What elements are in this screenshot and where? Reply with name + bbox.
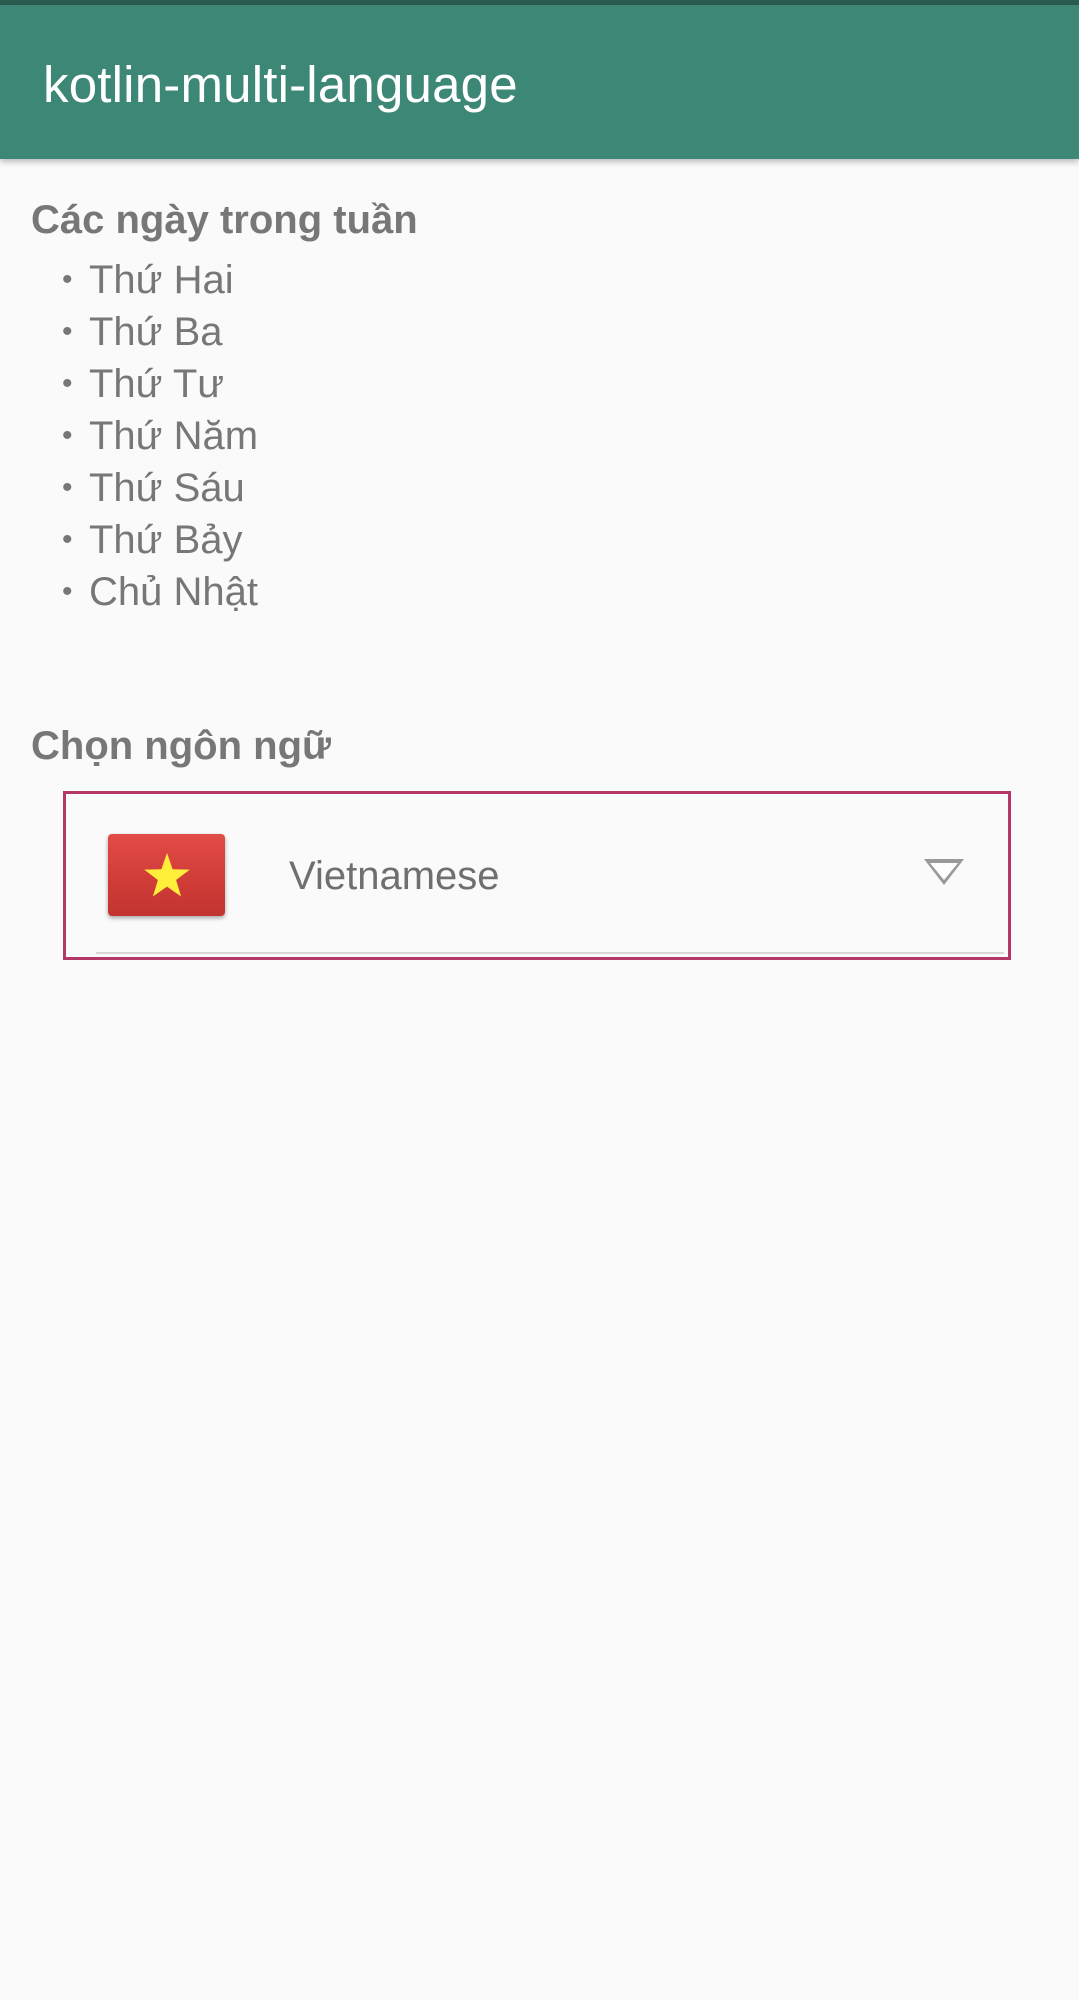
star-icon: [143, 853, 190, 897]
bullet-icon: •: [62, 575, 73, 608]
spinner-underline: [96, 952, 1004, 954]
list-item: • Thứ Năm: [62, 410, 258, 462]
day-label: Chủ Nhật: [89, 569, 258, 614]
app-bar: kotlin-multi-language: [0, 5, 1079, 159]
bullet-icon: •: [62, 263, 73, 296]
dropdown-triangle-icon[interactable]: [922, 856, 966, 888]
list-item: • Thứ Ba: [62, 306, 258, 358]
day-label: Thứ Sáu: [89, 465, 245, 510]
bullet-icon: •: [62, 471, 73, 504]
list-item: • Thứ Tư: [62, 358, 258, 410]
day-label: Thứ Hai: [89, 257, 234, 302]
day-label: Thứ Tư: [89, 361, 225, 406]
day-label: Thứ Năm: [89, 413, 259, 458]
bullet-icon: •: [62, 419, 73, 452]
choose-language-heading: Chọn ngôn ngữ: [31, 724, 331, 768]
days-of-week-heading: Các ngày trong tuần: [31, 198, 418, 242]
app-title: kotlin-multi-language: [43, 56, 518, 113]
language-spinner[interactable]: Vietnamese: [63, 791, 1011, 960]
list-item: • Thứ Hai: [62, 254, 258, 306]
bullet-icon: •: [62, 367, 73, 400]
days-list: • Thứ Hai • Thứ Ba • Thứ Tư • Thứ Năm • …: [62, 254, 258, 618]
list-item: • Thứ Bảy: [62, 514, 258, 566]
bullet-icon: •: [62, 315, 73, 348]
list-item: • Chủ Nhật: [62, 566, 258, 618]
language-spinner-selected-row[interactable]: Vietnamese: [98, 834, 978, 924]
bullet-icon: •: [62, 523, 73, 556]
selected-language-label: Vietnamese: [289, 854, 500, 898]
list-item: • Thứ Sáu: [62, 462, 258, 514]
vietnam-flag-icon: [108, 834, 225, 916]
day-label: Thứ Ba: [89, 309, 223, 354]
day-label: Thứ Bảy: [89, 517, 243, 562]
